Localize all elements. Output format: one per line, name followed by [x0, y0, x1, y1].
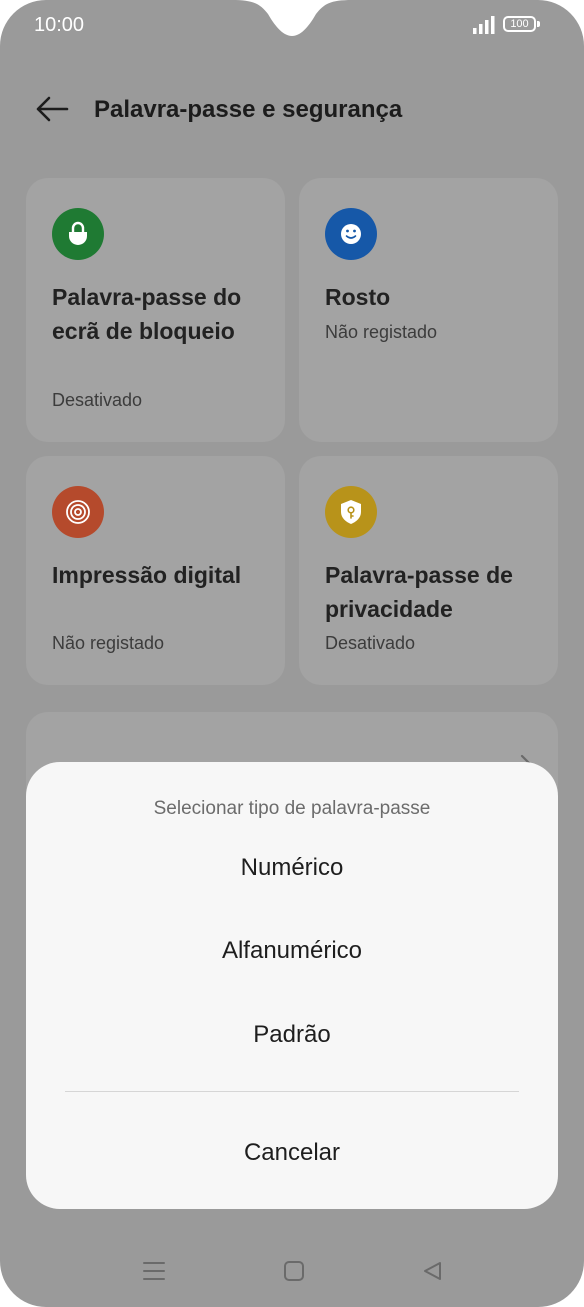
option-alphanumeric[interactable]: Alfanumérico — [26, 937, 558, 965]
battery-cap — [537, 21, 540, 27]
card-privacy-password[interactable]: Palavra-passe de privacidade Desativado — [299, 456, 558, 685]
signal-icon — [473, 16, 495, 34]
card-title: Rosto — [325, 284, 391, 310]
navigation-bar — [0, 1240, 584, 1300]
dialog-divider — [65, 1091, 519, 1092]
phone-screen: 10:00 100 Palavra-passe e segurança Pala… — [0, 0, 584, 1307]
status-time: 10:00 — [34, 14, 85, 36]
back-arrow-icon[interactable] — [34, 94, 70, 124]
menu-icon[interactable] — [143, 1260, 165, 1282]
page-title: Palavra-passe e segurança — [94, 96, 403, 123]
card-status: Não registado — [325, 322, 438, 342]
privacy-shield-icon — [325, 486, 377, 538]
card-title: Palavra-passe do ecrã de bloqueio — [52, 284, 242, 344]
card-status: Desativado — [325, 633, 416, 653]
card-face[interactable]: Rosto Não registado — [299, 178, 558, 442]
status-bar: 10:00 100 — [0, 0, 584, 52]
camera-notch — [232, 0, 352, 36]
card-status: Não registado — [52, 633, 165, 653]
battery-icon: 100 — [503, 16, 536, 32]
card-title: Impressão digital — [52, 562, 242, 588]
card-status: Desativado — [52, 390, 143, 410]
card-title: Palavra-passe de privacidade — [325, 562, 513, 622]
face-icon — [325, 208, 377, 260]
option-pattern[interactable]: Padrão — [26, 1021, 558, 1049]
card-fingerprint[interactable]: Impressão digital Não registado — [26, 456, 285, 685]
back-triangle-icon[interactable] — [421, 1260, 443, 1282]
option-numeric[interactable]: Numérico — [26, 854, 558, 882]
dialog-title: Selecionar tipo de palavra-passe — [153, 798, 431, 819]
app-header: Palavra-passe e segurança — [0, 80, 584, 140]
home-square-icon[interactable] — [283, 1260, 305, 1282]
cancel-button[interactable]: Cancelar — [26, 1139, 558, 1167]
card-lock-screen-password[interactable]: Palavra-passe do ecrã de bloqueio Desati… — [26, 178, 285, 442]
fingerprint-icon — [52, 486, 104, 538]
lock-icon — [52, 208, 104, 260]
password-type-dialog: Selecionar tipo de palavra-passe Numéric… — [26, 762, 558, 1209]
